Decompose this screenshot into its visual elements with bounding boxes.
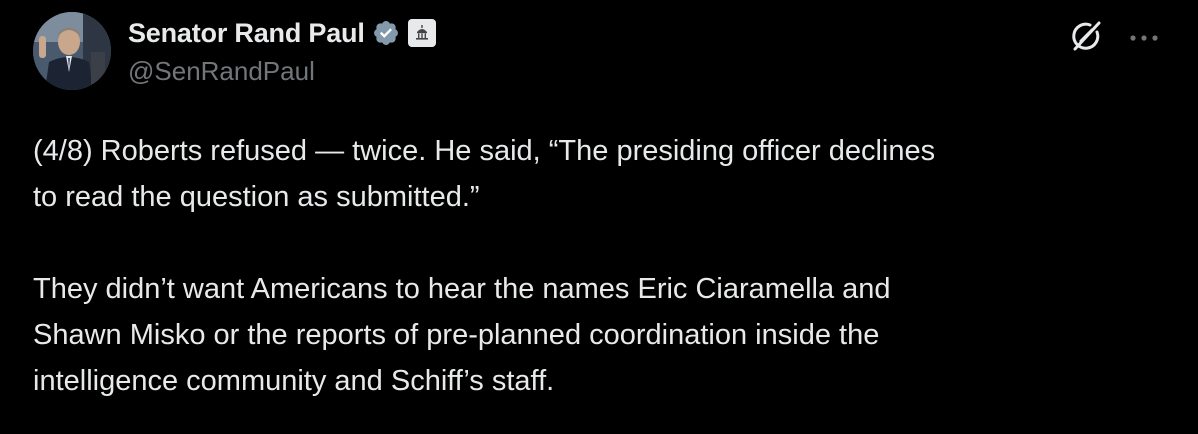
tweet-card: Senator Rand Paul @SenRandPaul (4/8) Rob… bbox=[0, 0, 1198, 434]
tweet-line: (4/8) Roberts refused — twice. He said, … bbox=[33, 135, 936, 167]
grok-icon[interactable] bbox=[1068, 18, 1104, 54]
author-handle[interactable]: @SenRandPaul bbox=[128, 56, 315, 87]
verified-badge-icon[interactable] bbox=[372, 19, 400, 47]
tweet-line: to read the question as submitted.” bbox=[33, 181, 480, 213]
tweet-line: Shawn Misko or the reports of pre-planne… bbox=[33, 319, 880, 351]
tweet-line: They didn’t want Americans to hear the n… bbox=[33, 273, 891, 305]
avatar-photo bbox=[33, 12, 111, 90]
author-display-name[interactable]: Senator Rand Paul bbox=[128, 18, 365, 49]
tweet-text: (4/8) Roberts refused — twice. He said, … bbox=[33, 128, 1173, 404]
author-name-row: Senator Rand Paul bbox=[128, 16, 436, 50]
tweet-line: intelligence community and Schiff’s staf… bbox=[33, 365, 555, 397]
government-building-icon[interactable] bbox=[407, 19, 436, 47]
avatar[interactable] bbox=[33, 12, 111, 90]
more-options-icon[interactable] bbox=[1124, 30, 1164, 41]
